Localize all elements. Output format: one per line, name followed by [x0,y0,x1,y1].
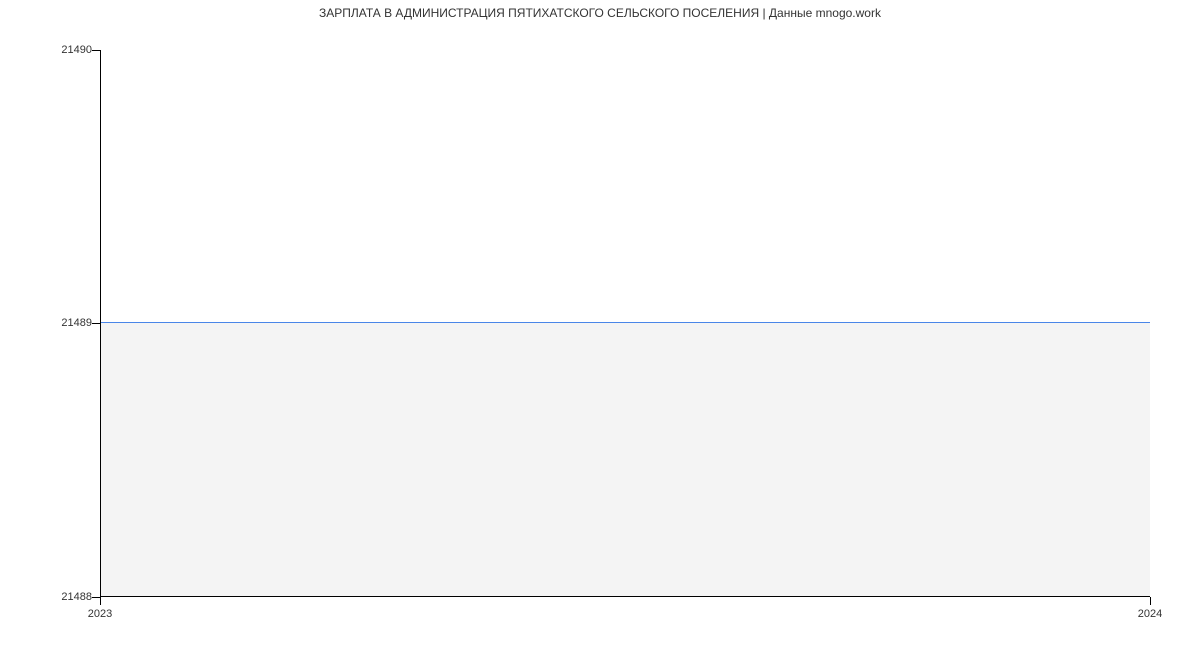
x-tick-label: 2024 [1138,608,1162,620]
x-tick [1150,597,1151,605]
y-tick [92,597,100,598]
area-fill [101,323,1150,596]
series-line [101,322,1150,323]
chart-title: ЗАРПЛАТА В АДМИНИСТРАЦИЯ ПЯТИХАТСКОГО СЕ… [0,6,1200,20]
y-tick [92,50,100,51]
x-tick-label: 2023 [88,608,112,620]
y-tick-label: 21489 [61,317,92,329]
y-tick [92,323,100,324]
y-tick-label: 21488 [61,591,92,603]
plot-area [100,50,1150,597]
chart-container: ЗАРПЛАТА В АДМИНИСТРАЦИЯ ПЯТИХАТСКОГО СЕ… [0,0,1200,650]
y-tick-label: 21490 [61,44,92,56]
x-tick [100,597,101,605]
